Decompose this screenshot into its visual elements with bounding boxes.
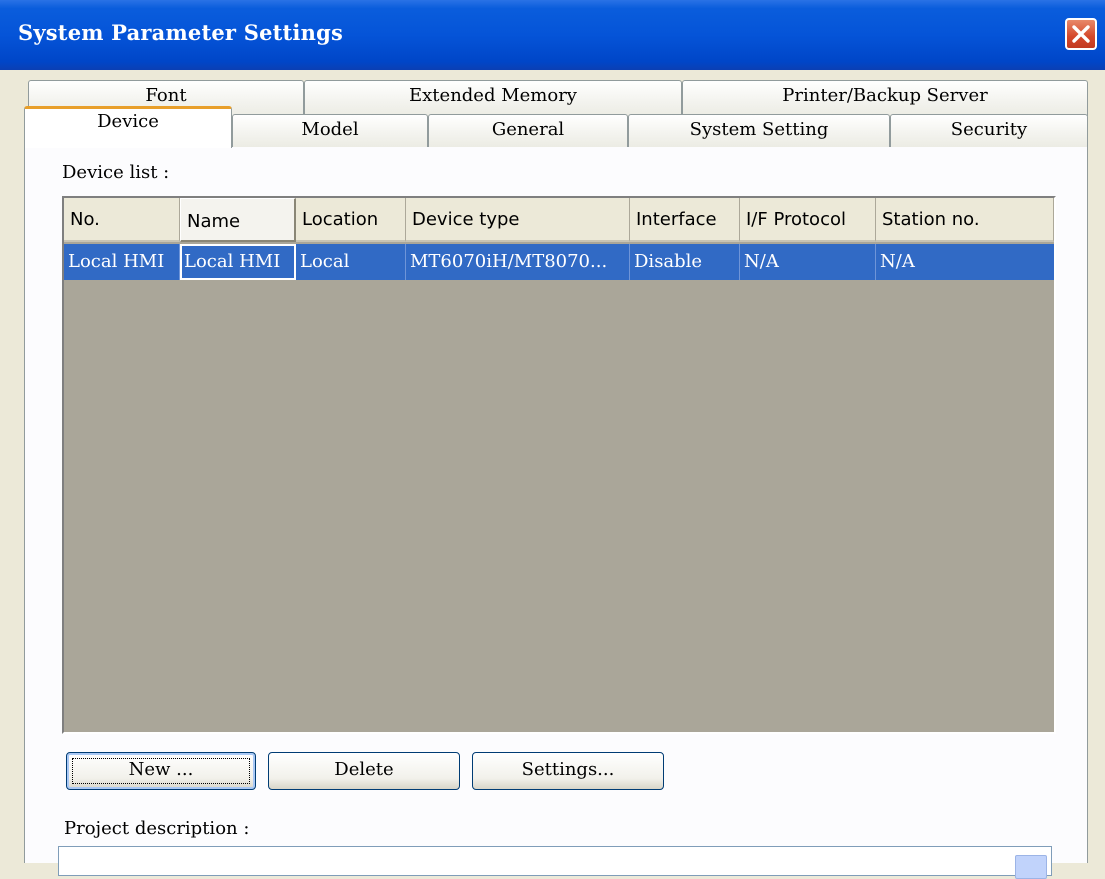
cell-device-type: MT6070iH/MT8070...	[406, 244, 630, 280]
column-header-station-no[interactable]: Station no.	[876, 198, 1054, 242]
device-list-label: Device list :	[62, 162, 170, 183]
new-button[interactable]: New ...	[66, 752, 256, 790]
settings-button-label: Settings...	[521, 759, 615, 780]
focus-ring	[72, 758, 250, 784]
column-header-no[interactable]: No.	[64, 198, 180, 242]
cell-interface: Disable	[630, 244, 740, 280]
tab-model-label: Model	[301, 119, 359, 140]
column-header-device-type[interactable]: Device type	[406, 198, 630, 242]
delete-button-label: Delete	[334, 759, 394, 780]
window-title: System Parameter Settings	[18, 20, 343, 45]
delete-button[interactable]: Delete	[268, 752, 460, 790]
device-list-table[interactable]: No. Name Location Device type Interface …	[62, 196, 1056, 734]
tab-font-label: Font	[145, 85, 187, 106]
table-row[interactable]: Local HMI Local HMI Local MT6070iH/MT807…	[64, 244, 1054, 280]
tab-security[interactable]: Security	[890, 114, 1088, 147]
scrollbar-thumb[interactable]	[1015, 855, 1047, 879]
tab-model[interactable]: Model	[232, 114, 428, 147]
tab-printer-backup-server-label: Printer/Backup Server	[782, 85, 988, 106]
tab-extended-memory[interactable]: Extended Memory	[304, 80, 682, 116]
settings-button[interactable]: Settings...	[472, 752, 664, 790]
tab-system-setting[interactable]: System Setting	[628, 114, 890, 147]
tab-system-setting-label: System Setting	[689, 119, 829, 140]
cell-no: Local HMI	[64, 244, 180, 280]
title-bar[interactable]: System Parameter Settings	[0, 0, 1105, 70]
tab-general[interactable]: General	[428, 114, 628, 147]
column-header-name[interactable]: Name	[180, 198, 296, 242]
project-description-field[interactable]	[58, 846, 1052, 879]
cell-if-protocol: N/A	[740, 244, 876, 280]
cell-name[interactable]: Local HMI	[180, 244, 296, 280]
tab-general-label: General	[491, 119, 565, 140]
system-parameter-settings-dialog: System Parameter Settings Font Extended …	[0, 0, 1105, 879]
tab-printer-backup-server[interactable]: Printer/Backup Server	[682, 80, 1088, 116]
column-header-interface[interactable]: Interface	[630, 198, 740, 242]
tab-device-label: Device	[97, 111, 159, 132]
cell-station-no: N/A	[880, 251, 915, 272]
close-icon	[1072, 25, 1090, 43]
cell-location: Local	[296, 244, 406, 280]
close-button[interactable]	[1065, 18, 1097, 50]
column-header-if-protocol[interactable]: I/F Protocol	[740, 198, 876, 242]
column-header-location[interactable]: Location	[296, 198, 406, 242]
tab-extended-memory-label: Extended Memory	[409, 85, 577, 106]
tab-device[interactable]: Device	[24, 106, 232, 148]
project-description-label: Project description :	[64, 818, 250, 839]
tab-security-label: Security	[950, 119, 1028, 140]
